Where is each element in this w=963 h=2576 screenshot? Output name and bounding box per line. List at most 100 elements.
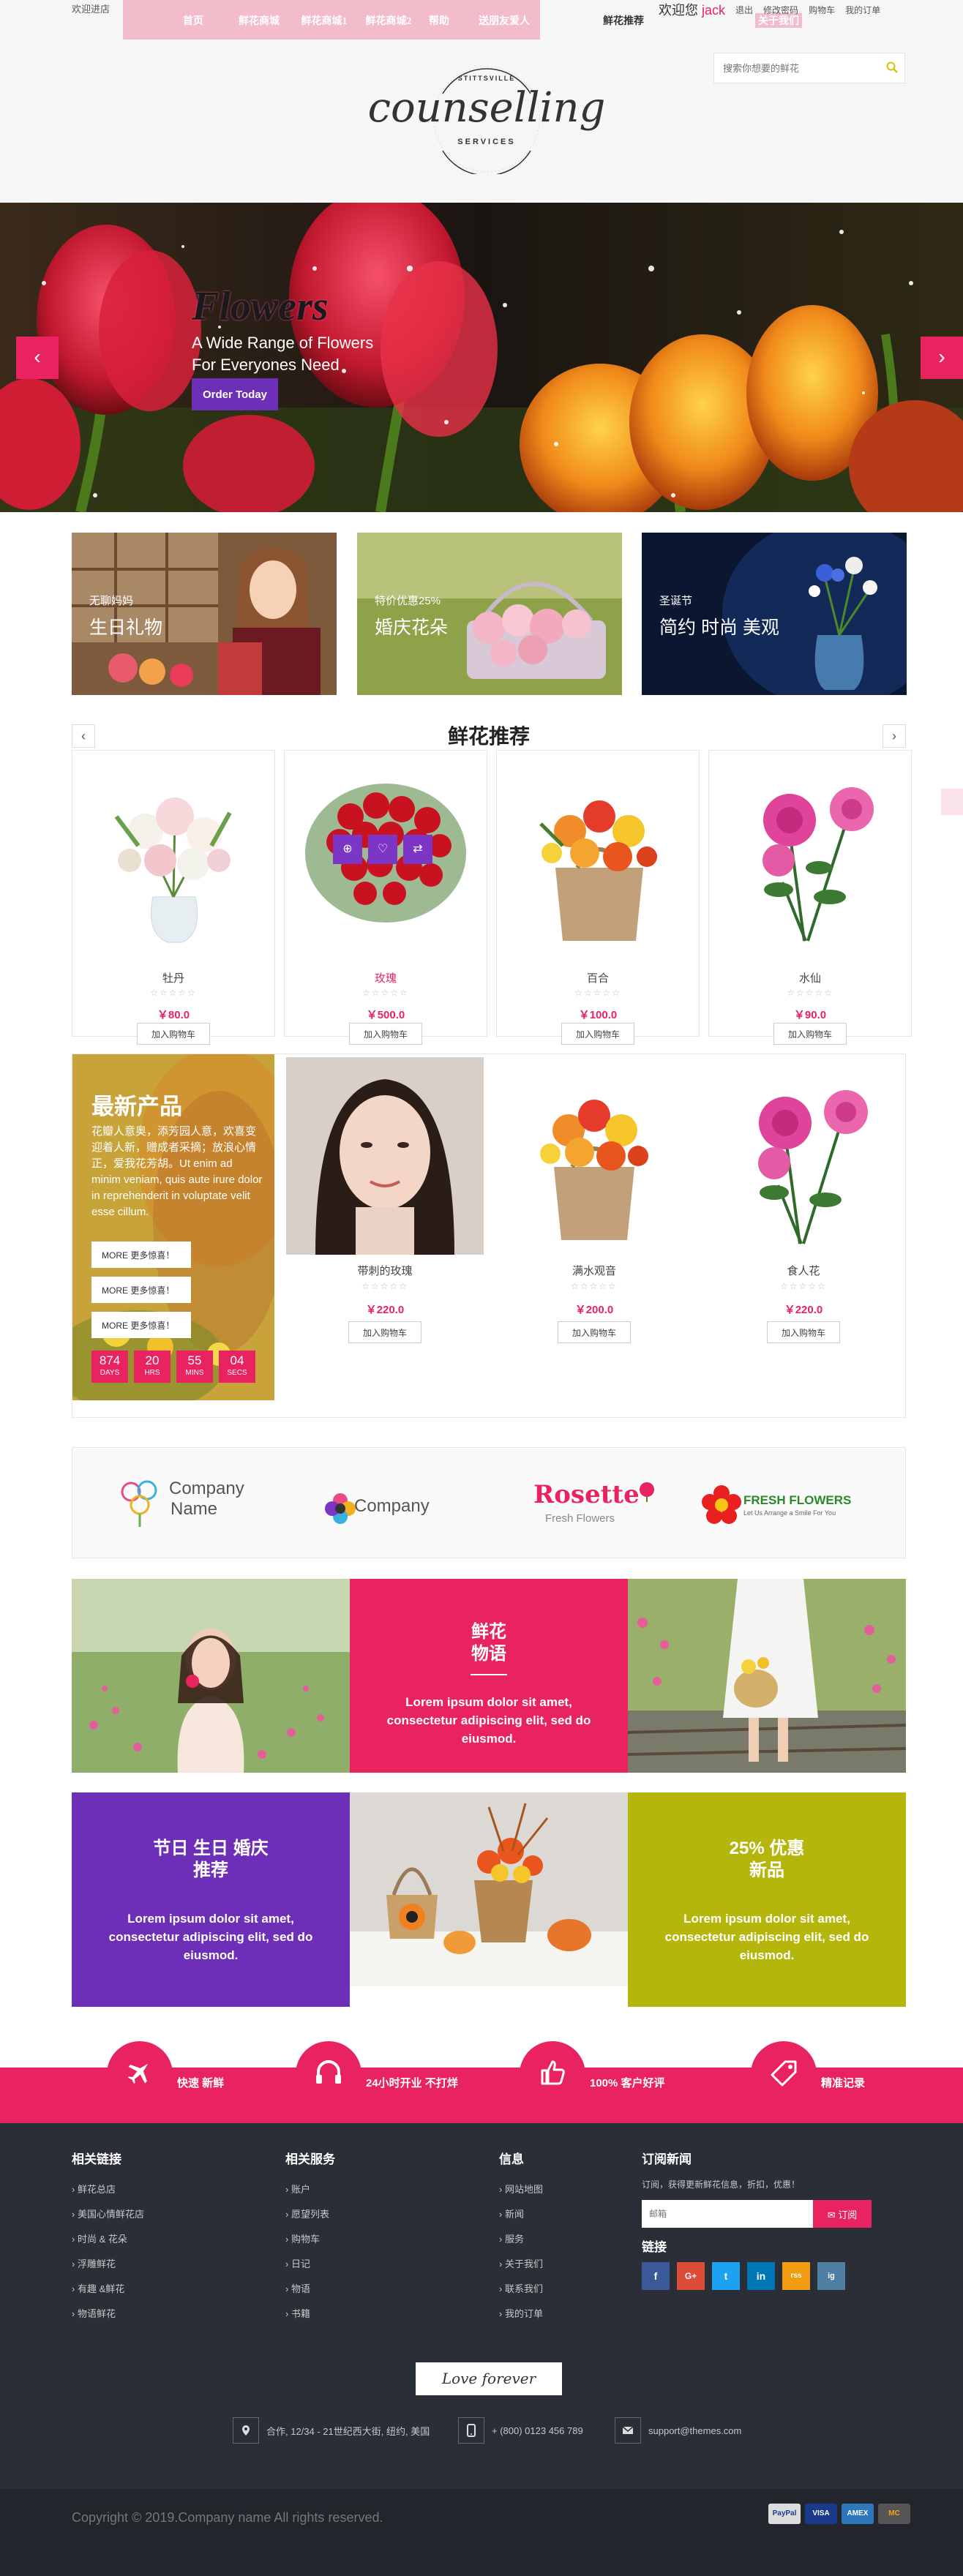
product-card[interactable]: 百合 ☆☆☆☆☆ ￥100.0 加入购物车 (496, 750, 700, 1045)
recommend-section: 鲜花推荐 ‹ › 牡丹 ☆☆☆☆☆ ￥80.0 加入购物车 ⊕ ♡ ⇄ 玫瑰 ☆… (72, 721, 912, 1045)
more-button[interactable]: MORE 更多惊喜！ (91, 1242, 191, 1268)
facebook-icon[interactable]: f (642, 2262, 670, 2290)
product-name[interactable]: 水仙 (709, 970, 911, 985)
footer-link[interactable]: › 物语 (285, 2277, 335, 2302)
tile-holiday[interactable]: 节日 生日 婚庆 推荐 Lorem ipsum dolor sit amet, … (72, 1792, 350, 2007)
cart-link[interactable]: 购物车 (809, 4, 835, 16)
brand-logo[interactable]: Rosette Fresh Flowers (490, 1448, 698, 1558)
rec-next-button[interactable]: › (883, 724, 906, 748)
subscribe-button[interactable]: ✉ 订阅 (813, 2200, 872, 2228)
footer-link[interactable]: › 网站地图 (499, 2177, 543, 2202)
product-name[interactable]: 百合 (497, 970, 699, 985)
footer-link-text: 网站地图 (504, 2184, 543, 2195)
product-card[interactable]: 满水观音 ☆☆☆☆☆ ￥200.0 加入购物车 (495, 1054, 693, 1401)
google-plus-icon[interactable]: G+ (677, 2262, 705, 2290)
add-to-cart-button[interactable]: 加入购物车 (558, 1321, 631, 1343)
product-card[interactable]: ⊕ ♡ ⇄ 玫瑰 ☆☆☆☆☆ ￥500.0 加入购物车 (284, 750, 487, 1045)
footer-link[interactable]: › 有趣 &鲜花 (72, 2277, 144, 2302)
nav-item-shop1[interactable]: 鲜花商城1 (296, 0, 353, 40)
shuffle-icon[interactable]: ⇄ (403, 835, 432, 864)
product-card[interactable]: 水仙 ☆☆☆☆☆ ￥90.0 加入购物车 (708, 750, 912, 1045)
username-link[interactable]: jack (702, 3, 725, 18)
tile-discount[interactable]: 25% 优惠 新品 Lorem ipsum dolor sit amet, co… (628, 1792, 906, 2007)
rss-icon[interactable]: rss (782, 2262, 810, 2290)
footer-link[interactable]: › 书籍 (285, 2302, 335, 2327)
footer-link[interactable]: › 愿望列表 (285, 2202, 335, 2227)
add-to-cart-button[interactable]: 加入购物车 (137, 1023, 210, 1045)
mail-icon: ✉ (827, 2209, 836, 2220)
nav-item-gift[interactable]: 送朋友爱人 (471, 0, 537, 40)
order-today-button[interactable]: Order Today (192, 378, 278, 410)
product-name[interactable]: 玫瑰 (285, 970, 487, 985)
product-name[interactable]: 牡丹 (72, 970, 274, 985)
add-to-cart-button[interactable]: 加入购物车 (561, 1023, 634, 1045)
my-orders-link[interactable]: 我的订单 (845, 4, 880, 16)
product-name[interactable]: 食人花 (705, 1263, 902, 1278)
feature-circle (296, 2041, 361, 2107)
linkedin-icon[interactable]: in (747, 2262, 775, 2290)
brand-logo[interactable]: Company Name (72, 1448, 281, 1558)
slider-prev-button[interactable]: ‹ (16, 337, 59, 379)
footer: 相关链接 › 鲜花总店 › 美国心情鲜花店 › 时尚 & 花朵 › 浮雕鲜花 ›… (0, 2123, 963, 2489)
flower-logo-icon (121, 1480, 157, 1527)
nav-item-shop[interactable]: 鲜花商城 (233, 0, 285, 40)
tile-flower-story[interactable]: 鲜花 物语 Lorem ipsum dolor sit amet, consec… (350, 1579, 628, 1773)
email-item: support@themes.com (615, 2416, 741, 2445)
product-card[interactable]: 食人花 ☆☆☆☆☆ ￥220.0 加入购物车 (705, 1054, 902, 1401)
search-input[interactable] (714, 53, 875, 83)
phone-text[interactable]: + (800) 0123 456 789 (492, 2425, 583, 2436)
product-card[interactable]: 带刺的玫瑰 ☆☆☆☆☆ ￥220.0 加入购物车 (286, 1054, 484, 1401)
more-button[interactable]: MORE 更多惊喜！ (91, 1277, 191, 1303)
rec-prev-button[interactable]: ‹ (72, 724, 95, 748)
email-text[interactable]: support@themes.com (648, 2425, 741, 2436)
add-to-cart-button[interactable]: 加入购物车 (348, 1321, 421, 1343)
more-button[interactable]: MORE 更多惊喜！ (91, 1312, 191, 1338)
add-to-cart-button[interactable]: 加入购物车 (773, 1023, 847, 1045)
banner-wedding[interactable]: 特价优惠25% 婚庆花朵 (357, 533, 622, 695)
site-logo[interactable]: STITTSVILLE counselling SERVICES (366, 64, 607, 176)
footer-link[interactable]: › 浮雕鲜花 (72, 2252, 144, 2277)
feature-label: 24小时开业 不打烊 (366, 2077, 458, 2089)
footer-link[interactable]: › 时尚 & 花朵 (72, 2227, 144, 2252)
side-tab[interactable] (941, 789, 963, 815)
product-name[interactable]: 带刺的玫瑰 (286, 1263, 484, 1278)
lily-basket-image (495, 1057, 693, 1255)
header: 欢迎进店 首页 鲜花商城 鲜花商城1 鲜花商城2 帮助 送朋友爱人 鲜花推荐 关… (0, 0, 963, 201)
zoom-icon[interactable]: ⊕ (333, 835, 362, 864)
footer-col-links: 相关链接 › 鲜花总店 › 美国心情鲜花店 › 时尚 & 花朵 › 浮雕鲜花 ›… (72, 2149, 144, 2327)
product-card[interactable]: 牡丹 ☆☆☆☆☆ ￥80.0 加入购物车 (72, 750, 275, 1045)
nav-item-home[interactable]: 首页 (167, 0, 220, 40)
email-field[interactable] (642, 2200, 813, 2228)
brand-logo[interactable]: Company (281, 1448, 490, 1558)
heart-icon[interactable]: ♡ (368, 835, 397, 864)
product-price: ￥200.0 (574, 1304, 614, 1316)
footer-link[interactable]: › 服务 (499, 2227, 543, 2252)
footer-link[interactable]: › 关于我们 (499, 2252, 543, 2277)
banner-birthday[interactable]: 无聊妈妈 生日礼物 (72, 533, 337, 695)
footer-link[interactable]: › 新闻 (499, 2202, 543, 2227)
footer-link[interactable]: › 联系我们 (499, 2277, 543, 2302)
nav-item-help[interactable]: 帮助 (424, 0, 454, 40)
footer-link[interactable]: › 美国心情鲜花店 (72, 2202, 144, 2227)
footer-link[interactable]: › 我的订单 (499, 2302, 543, 2327)
search-icon[interactable] (885, 61, 899, 78)
banner-christmas[interactable]: 圣诞节 简约 时尚 美观 (642, 533, 907, 695)
logout-link[interactable]: 退出 (735, 4, 753, 16)
add-to-cart-button[interactable]: 加入购物车 (767, 1321, 840, 1343)
footer-link[interactable]: › 账户 (285, 2177, 335, 2202)
twitter-icon[interactable]: t (712, 2262, 740, 2290)
nav-item-shop2[interactable]: 鲜花商城2 (360, 0, 417, 40)
product-name[interactable]: 满水观音 (495, 1263, 693, 1278)
instagram-icon[interactable]: ig (817, 2262, 845, 2290)
slider-next-button[interactable]: › (921, 337, 963, 379)
footer-link-text: 联系我们 (504, 2283, 543, 2294)
banner-sub: 无聊妈妈 (89, 595, 134, 607)
nav-item-recommend[interactable]: 鲜花推荐 (603, 13, 644, 28)
add-to-cart-button[interactable]: 加入购物车 (349, 1023, 422, 1045)
change-password-link[interactable]: 修改密码 (763, 4, 798, 16)
footer-link[interactable]: › 购物车 (285, 2227, 335, 2252)
footer-link[interactable]: › 物语鲜花 (72, 2302, 144, 2327)
brand-logo[interactable]: FRESH FLOWERS Let Us Arrange a Smile For… (698, 1448, 907, 1558)
footer-link[interactable]: › 鲜花总店 (72, 2177, 144, 2202)
footer-link[interactable]: › 日记 (285, 2252, 335, 2277)
